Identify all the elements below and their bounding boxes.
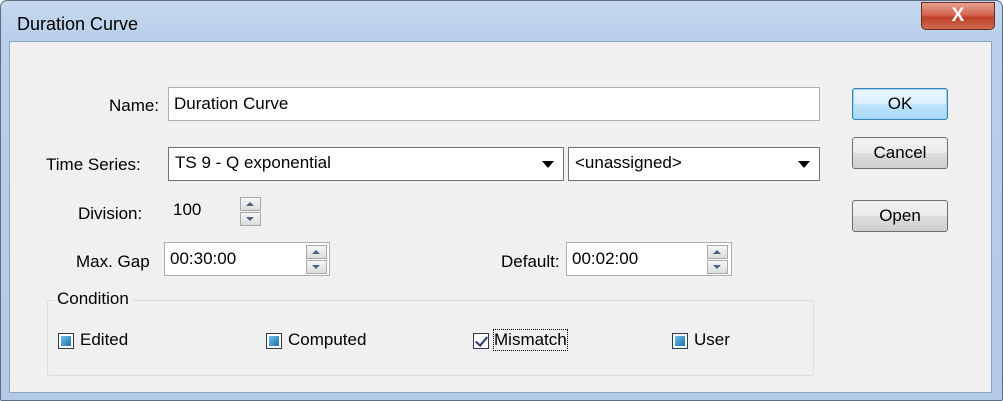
edited-label[interactable]: Edited [80,330,128,350]
max-gap-label: Max. Gap [76,252,150,271]
spin-down-icon[interactable] [240,212,261,226]
mismatch-checkbox[interactable] [473,333,489,349]
secondary-series-select[interactable]: <unassigned> [568,147,820,181]
division-label: Division: [78,204,143,223]
close-icon: X [951,5,965,26]
division-input[interactable]: 100 [168,195,236,227]
name-label: Name: [109,96,160,115]
user-label[interactable]: User [694,330,730,350]
secondary-series-value: <unassigned> [575,153,682,172]
default-spinner[interactable] [707,245,728,275]
edited-checkbox[interactable] [58,333,74,349]
spin-up-icon[interactable] [707,245,728,259]
dialog-window: Duration Curve X Name: Duration Curve Ti… [0,0,1003,401]
close-button[interactable]: X [921,2,995,30]
mismatch-label[interactable]: Mismatch [493,329,568,351]
computed-checkbox[interactable] [266,333,282,349]
chevron-down-icon [542,161,554,168]
user-checkbox[interactable] [672,333,688,349]
title-bar[interactable]: Duration Curve X [1,1,1002,43]
time-series-label: Time Series: [46,155,141,174]
dialog-body: Name: Duration Curve Time Series: TS 9 -… [9,41,992,393]
max-gap-spinner[interactable] [306,245,327,275]
cancel-button[interactable]: Cancel [852,137,948,169]
computed-label[interactable]: Computed [288,330,366,350]
name-input[interactable]: Duration Curve [168,87,820,121]
open-button[interactable]: Open [852,200,948,232]
division-spinner[interactable] [240,197,261,227]
spin-up-icon[interactable] [306,245,327,259]
time-series-value: TS 9 - Q exponential [175,153,331,172]
chevron-down-icon [798,161,810,168]
spin-up-icon[interactable] [240,197,261,211]
default-label: Default: [501,252,560,271]
time-series-select[interactable]: TS 9 - Q exponential [168,147,564,181]
condition-title: Condition [54,289,132,309]
window-title: Duration Curve [17,14,139,34]
spin-down-icon[interactable] [707,260,728,274]
spin-down-icon[interactable] [306,260,327,274]
ok-button[interactable]: OK [852,88,948,120]
